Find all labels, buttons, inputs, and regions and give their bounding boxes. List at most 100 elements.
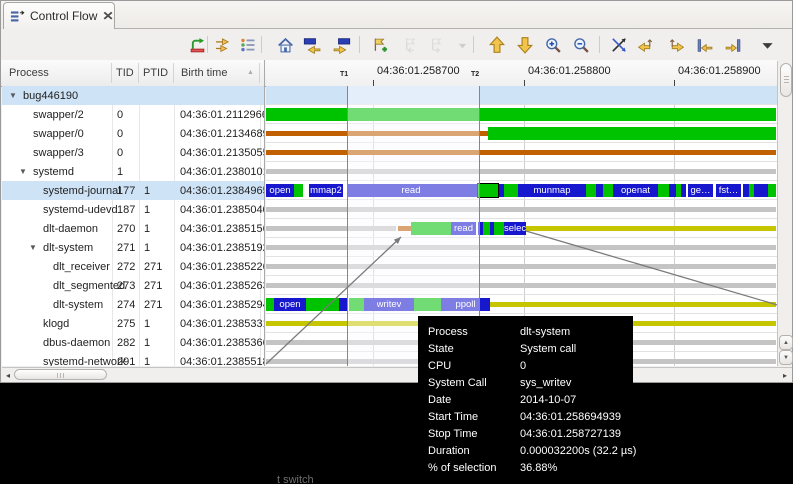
state-segment[interactable] xyxy=(669,184,676,197)
state-segment-fst[interactable]: fst… xyxy=(716,184,741,197)
process-row-dlt_segmented[interactable]: dlt_segmented27327104:36:01.238526339 xyxy=(2,276,264,295)
process-row-dlt-system[interactable]: ▼dlt-system271104:36:01.238519239 xyxy=(2,238,264,257)
process-row-klogd[interactable]: klogd275104:36:01.238533139 xyxy=(2,314,264,333)
chart-row-swapper/2[interactable] xyxy=(266,105,777,124)
state-segment-select[interactable]: select xyxy=(504,222,526,235)
show-view-filters-icon[interactable] xyxy=(238,35,258,55)
chart-row-swapper/3[interactable] xyxy=(266,143,777,162)
state-segment[interactable] xyxy=(266,207,776,212)
state-segment[interactable] xyxy=(658,184,669,197)
chart-row-dlt-system[interactable] xyxy=(266,238,777,257)
select-next-process-icon[interactable] xyxy=(515,35,535,55)
state-segment[interactable] xyxy=(306,298,339,311)
state-segment[interactable] xyxy=(603,184,613,197)
process-row-systemd-network[interactable]: systemd-network291104:36:01.238551839 xyxy=(2,352,264,366)
chart-row-systemd[interactable] xyxy=(266,162,777,181)
next-event-icon[interactable] xyxy=(723,35,743,55)
state-segment[interactable] xyxy=(504,184,518,197)
state-segment[interactable] xyxy=(483,222,490,235)
horizontal-scrollbar[interactable]: ◂ ▸ xyxy=(2,367,792,381)
expander-icon[interactable]: ▼ xyxy=(9,91,17,100)
view-menu-icon[interactable] xyxy=(757,35,777,55)
state-segment[interactable] xyxy=(596,184,603,197)
column-separator[interactable] xyxy=(259,63,260,83)
previous-event-icon[interactable] xyxy=(695,35,715,55)
column-header-birth-time[interactable]: Birth time xyxy=(181,60,227,86)
state-segment[interactable] xyxy=(478,184,498,197)
chart-row-systemd-udevd[interactable] xyxy=(266,200,777,219)
state-segment[interactable] xyxy=(681,184,686,197)
process-row-systemd-journal[interactable]: systemd-journal177104:36:01.238496539 xyxy=(2,181,264,200)
state-segment-open[interactable]: open xyxy=(266,184,294,197)
state-segment[interactable] xyxy=(266,298,274,311)
process-row-dlt_receiver[interactable]: dlt_receiver27227104:36:01.238522639 xyxy=(2,257,264,276)
state-segment[interactable] xyxy=(294,184,303,197)
tab-close-icon[interactable]: ✕ xyxy=(103,9,115,23)
state-segment-ge[interactable]: ge… xyxy=(688,184,713,197)
expander-icon[interactable]: ▼ xyxy=(19,167,27,176)
hide-arrows-icon[interactable] xyxy=(609,35,629,55)
scroll-up-icon[interactable]: ▲ xyxy=(779,335,793,350)
chart-row-swapper/0[interactable] xyxy=(266,124,777,143)
reset-time-scale-icon[interactable] xyxy=(275,35,295,55)
follow-cpu-backward-icon[interactable] xyxy=(635,35,655,55)
selection-marker-t2[interactable]: T2 xyxy=(471,71,479,78)
column-separator[interactable] xyxy=(173,63,174,83)
state-segment-munmap[interactable]: munmap xyxy=(518,184,586,197)
state-segment[interactable] xyxy=(266,283,776,288)
column-header-tid[interactable]: TID xyxy=(116,60,134,86)
expander-icon[interactable]: ▼ xyxy=(29,243,37,252)
scroll-right-icon[interactable]: ▸ xyxy=(780,370,790,380)
select-prev-state-change-icon[interactable] xyxy=(302,35,322,55)
state-segment[interactable] xyxy=(526,226,776,231)
process-row-systemd[interactable]: ▼systemd104:36:01.238010139 xyxy=(2,162,264,181)
state-segment[interactable] xyxy=(490,302,776,307)
vertical-scrollbar[interactable]: ▲ ▼ xyxy=(777,61,792,366)
horizontal-scrollbar-thumb[interactable] xyxy=(14,369,107,380)
chart-row-bug446190[interactable] xyxy=(266,86,777,105)
zoom-out-icon[interactable] xyxy=(571,35,591,55)
state-segment[interactable] xyxy=(494,222,504,235)
chart-row-dlt-daemon[interactable]: read select xyxy=(266,219,777,238)
state-segment[interactable] xyxy=(266,150,776,155)
state-segment[interactable] xyxy=(266,169,776,174)
state-segment[interactable] xyxy=(768,184,776,197)
scroll-left-icon[interactable]: ◂ xyxy=(3,370,13,380)
process-row-bug446190[interactable]: ▼bug446190 xyxy=(2,86,264,105)
vertical-scrollbar-thumb[interactable] xyxy=(780,63,792,97)
state-segment-open[interactable]: open xyxy=(274,298,306,311)
chart-row-dlt_segmented[interactable] xyxy=(266,276,777,295)
column-separator[interactable] xyxy=(138,63,139,83)
time-axis[interactable]: 04:36:01.25870004:36:01.25880004:36:01.2… xyxy=(266,60,777,86)
state-segment[interactable] xyxy=(754,184,768,197)
state-segment[interactable] xyxy=(266,264,776,269)
process-row-dlt-daemon[interactable]: dlt-daemon270104:36:01.238515639 xyxy=(2,219,264,238)
add-bookmark-icon[interactable] xyxy=(370,35,390,55)
process-row-swapper/3[interactable]: swapper/3004:36:01.213505539 xyxy=(2,143,264,162)
follow-state-change-icon[interactable] xyxy=(213,35,233,55)
column-header-process[interactable]: Process xyxy=(9,60,49,86)
select-previous-process-icon[interactable] xyxy=(487,35,507,55)
select-next-state-change-icon[interactable] xyxy=(331,35,351,55)
process-row-systemd-udevd[interactable]: systemd-udevd187104:36:01.238504039 xyxy=(2,200,264,219)
zoom-in-icon[interactable] xyxy=(543,35,563,55)
state-segment[interactable] xyxy=(266,108,776,121)
process-row-swapper/2[interactable]: swapper/2004:36:01.211296639 xyxy=(2,105,264,124)
state-segment-mmap2[interactable]: mmap2 xyxy=(309,184,343,197)
state-segment-openat[interactable]: openat xyxy=(613,184,658,197)
process-row-dlt-system[interactable]: dlt-system27427104:36:01.238529439 xyxy=(2,295,264,314)
process-row-swapper/0[interactable]: swapper/0004:36:01.213468939 xyxy=(2,124,264,143)
state-segment[interactable] xyxy=(266,245,776,250)
chart-row-systemd-journal[interactable]: openmmap2readmunmapopenatge…fst… xyxy=(266,181,777,200)
process-row-dbus-daemon[interactable]: dbus-daemon282104:36:01.238536639 xyxy=(2,333,264,352)
tab-control-flow[interactable]: Control Flow ✕ xyxy=(3,2,115,29)
follow-cpu-forward-icon[interactable] xyxy=(667,35,687,55)
column-separator[interactable] xyxy=(111,63,112,83)
tree-chart-splitter[interactable] xyxy=(264,60,265,366)
column-header-ptid[interactable]: PTID xyxy=(143,60,168,86)
chart-row-dlt-system[interactable]: openwritevppoll xyxy=(266,295,777,314)
state-segment-read[interactable]: read xyxy=(451,222,476,235)
selection-marker-t1[interactable]: T1 xyxy=(340,71,348,78)
state-segment[interactable] xyxy=(488,127,776,140)
optimize-icon[interactable] xyxy=(187,35,207,55)
